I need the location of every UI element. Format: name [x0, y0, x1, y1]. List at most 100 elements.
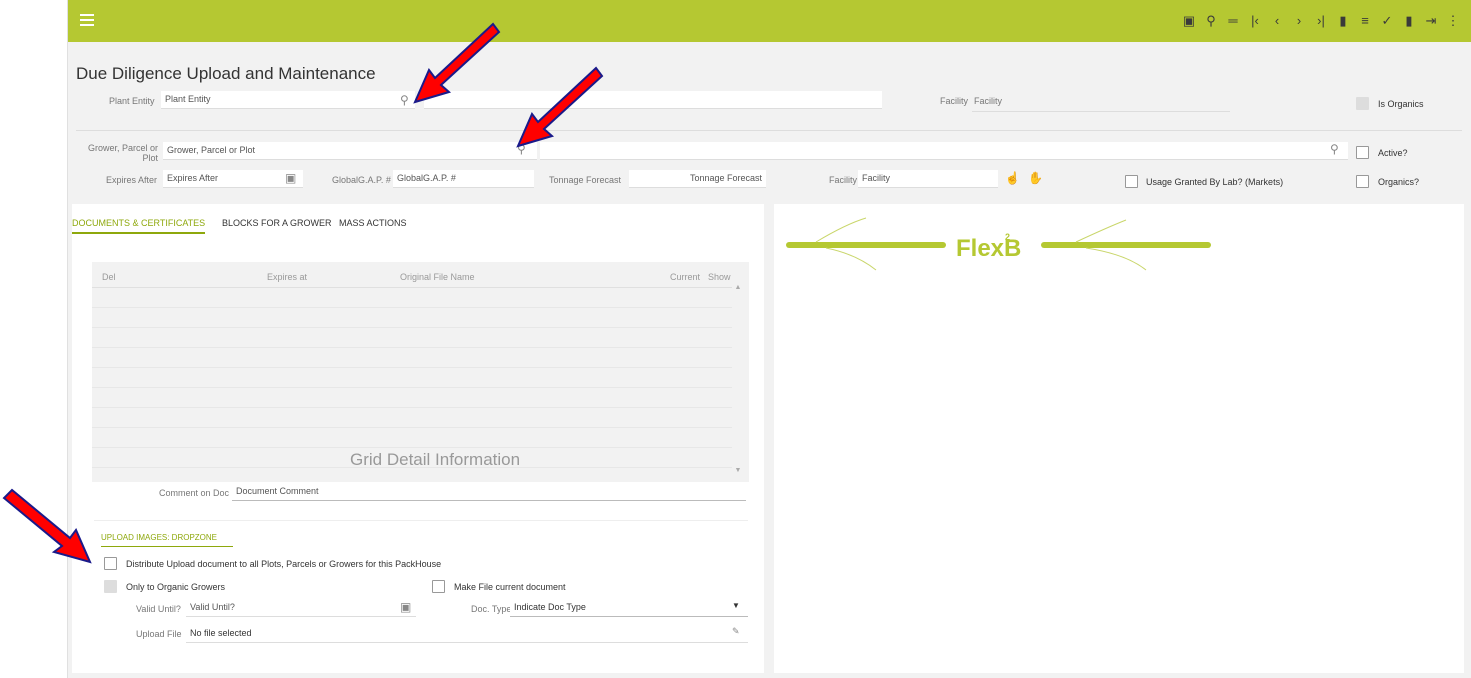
- hand-icon[interactable]: ✋: [1028, 171, 1043, 185]
- distribute-checkbox[interactable]: [104, 557, 117, 570]
- facility-underline: [972, 111, 1230, 112]
- table-row[interactable]: [92, 407, 732, 408]
- table-row[interactable]: [92, 387, 732, 388]
- globalgap-label: GlobalG.A.P. #: [332, 175, 391, 185]
- more-icon[interactable]: ⋮: [1442, 10, 1464, 32]
- next-icon[interactable]: ›: [1288, 10, 1310, 32]
- comment-input[interactable]: Document Comment: [232, 483, 746, 501]
- grid-title: Grid Detail Information: [350, 450, 521, 469]
- valid-until-input[interactable]: Valid Until?: [186, 599, 416, 617]
- grid-header-expires[interactable]: Expires at: [267, 272, 307, 282]
- documents-panel: DOCUMENTS & CERTIFICATES BLOCKS FOR A GR…: [72, 204, 764, 673]
- is-organics-checkbox[interactable]: [1356, 97, 1369, 110]
- logo-text: FlexB: [956, 235, 1021, 262]
- organic-growers-label: Only to Organic Growers: [126, 582, 226, 592]
- tonnage-input[interactable]: Tonnage Forecast: [629, 170, 766, 188]
- plant-entity-label: Plant Entity: [109, 96, 155, 106]
- check-icon[interactable]: ✓: [1376, 10, 1398, 32]
- table-row[interactable]: [92, 367, 732, 368]
- upload-title: UPLOAD IMAGES: DROPZONE: [101, 533, 233, 547]
- facility2-label: Facility: [829, 175, 858, 185]
- search-icon[interactable]: ⚲: [1200, 10, 1222, 32]
- active-checkbox[interactable]: [1356, 146, 1369, 159]
- table-row[interactable]: [92, 327, 732, 328]
- page-title: Due Diligence Upload and Maintenance: [76, 64, 376, 83]
- grid-header-filename[interactable]: Original File Name: [400, 272, 475, 282]
- tab-mass-actions[interactable]: MASS ACTIONS: [339, 218, 407, 228]
- toolbar: ▣ ⚲ ═ |‹ ‹ › ›| ▮ ≡ ✓ ▮ ⇥ ⋮: [1178, 10, 1464, 32]
- organics-label: Organics?: [1378, 177, 1420, 187]
- red-arrow-2: [516, 66, 604, 148]
- tab-blocks-for-grower[interactable]: BLOCKS FOR A GROWER: [222, 218, 332, 228]
- facility-label: Facility: [940, 96, 969, 106]
- logo-bar-left: [786, 242, 946, 248]
- preview-panel: FlexB 2: [774, 204, 1464, 673]
- upload-dropzone: UPLOAD IMAGES: DROPZONE Distribute Uploa…: [94, 520, 748, 650]
- top-bar: ▣ ⚲ ═ |‹ ‹ › ›| ▮ ≡ ✓ ▮ ⇥ ⋮: [68, 0, 1471, 42]
- make-current-label: Make File current document: [454, 582, 566, 592]
- grid-scrollbar[interactable]: ▲ ▼: [731, 284, 745, 474]
- active-label: Active?: [1378, 148, 1408, 158]
- organic-growers-checkbox[interactable]: [104, 580, 117, 593]
- grower-description-field: [540, 142, 1348, 160]
- table-row[interactable]: [92, 307, 732, 308]
- grower-input[interactable]: Grower, Parcel or Plot: [163, 142, 537, 160]
- make-current-checkbox[interactable]: [432, 580, 445, 593]
- last-icon[interactable]: ›|: [1310, 10, 1332, 32]
- usage-granted-checkbox[interactable]: [1125, 175, 1138, 188]
- tab-documents-certificates[interactable]: DOCUMENTS & CERTIFICATES: [72, 218, 206, 234]
- plant-entity-input[interactable]: Plant Entity: [161, 91, 415, 109]
- first-icon[interactable]: |‹: [1244, 10, 1266, 32]
- valid-until-calendar-icon[interactable]: ▣: [400, 600, 411, 614]
- is-organics-label: Is Organics: [1378, 99, 1424, 109]
- prev-icon[interactable]: ‹: [1266, 10, 1288, 32]
- hamburger-menu-icon[interactable]: [80, 14, 94, 26]
- expires-after-label: Expires After: [106, 175, 158, 185]
- grid-header-del[interactable]: Del: [102, 272, 116, 282]
- grid-header-divider: [92, 287, 732, 288]
- expires-after-calendar-icon[interactable]: ▣: [285, 171, 296, 185]
- attach-icon[interactable]: ✎: [732, 626, 740, 637]
- doc-type-select[interactable]: Indicate Doc Type: [510, 599, 748, 617]
- grower-label-line1: Grower, Parcel or: [87, 143, 158, 153]
- table-row[interactable]: [92, 427, 732, 428]
- export-icon[interactable]: ⇥: [1420, 10, 1442, 32]
- header-divider: [76, 130, 1462, 131]
- grower-description-search-icon[interactable]: ⚲: [1330, 142, 1339, 156]
- table-row[interactable]: [92, 347, 732, 348]
- grid-header-show[interactable]: Show: [708, 272, 731, 282]
- logo-curve-3: [1075, 219, 1127, 243]
- touch-icon[interactable]: ☝: [1005, 171, 1020, 185]
- scroll-down-icon[interactable]: ▼: [731, 467, 745, 474]
- document-icon[interactable]: ▮: [1332, 10, 1354, 32]
- tonnage-label: Tonnage Forecast: [549, 175, 622, 185]
- flexb-logo: FlexB 2: [786, 217, 1211, 271]
- doc-type-label: Doc. Type: [471, 604, 512, 614]
- facility2-input[interactable]: Facility: [858, 170, 998, 188]
- grid-header-current[interactable]: Current: [670, 272, 700, 282]
- logo-bar-right: [1041, 242, 1211, 248]
- table-row[interactable]: [92, 447, 732, 448]
- calendar-icon[interactable]: ▣: [1178, 10, 1200, 32]
- equals-icon[interactable]: ═: [1222, 10, 1244, 32]
- red-arrow-3: [2, 488, 92, 564]
- red-arrow-1: [413, 22, 501, 104]
- upload-file-label: Upload File: [136, 629, 182, 639]
- upload-file-input[interactable]: No file selected: [186, 625, 748, 643]
- organics-checkbox[interactable]: [1356, 175, 1369, 188]
- usage-granted-label: Usage Granted By Lab? (Markets): [1146, 177, 1284, 187]
- filter-icon[interactable]: ≡: [1354, 10, 1376, 32]
- grower-label-line2: Plot: [142, 153, 158, 163]
- app-window: ▣ ⚲ ═ |‹ ‹ › ›| ▮ ≡ ✓ ▮ ⇥ ⋮ Due Diligence Upload and…: [67, 0, 1471, 678]
- delete-icon[interactable]: ▮: [1398, 10, 1420, 32]
- chevron-down-icon[interactable]: ▼: [732, 601, 740, 610]
- scroll-up-icon[interactable]: ▲: [731, 284, 745, 291]
- expires-after-input[interactable]: Expires After: [163, 170, 303, 188]
- globalgap-input[interactable]: GlobalG.A.P. #: [393, 170, 534, 188]
- facility-value: Facility: [974, 96, 1003, 106]
- logo-curve-1: [815, 217, 867, 243]
- logo-curve-2: [825, 247, 877, 271]
- distribute-label: Distribute Upload document to all Plots,…: [126, 559, 442, 569]
- logo-curve-4: [1085, 247, 1147, 271]
- comment-label: Comment on Doc: [159, 488, 230, 498]
